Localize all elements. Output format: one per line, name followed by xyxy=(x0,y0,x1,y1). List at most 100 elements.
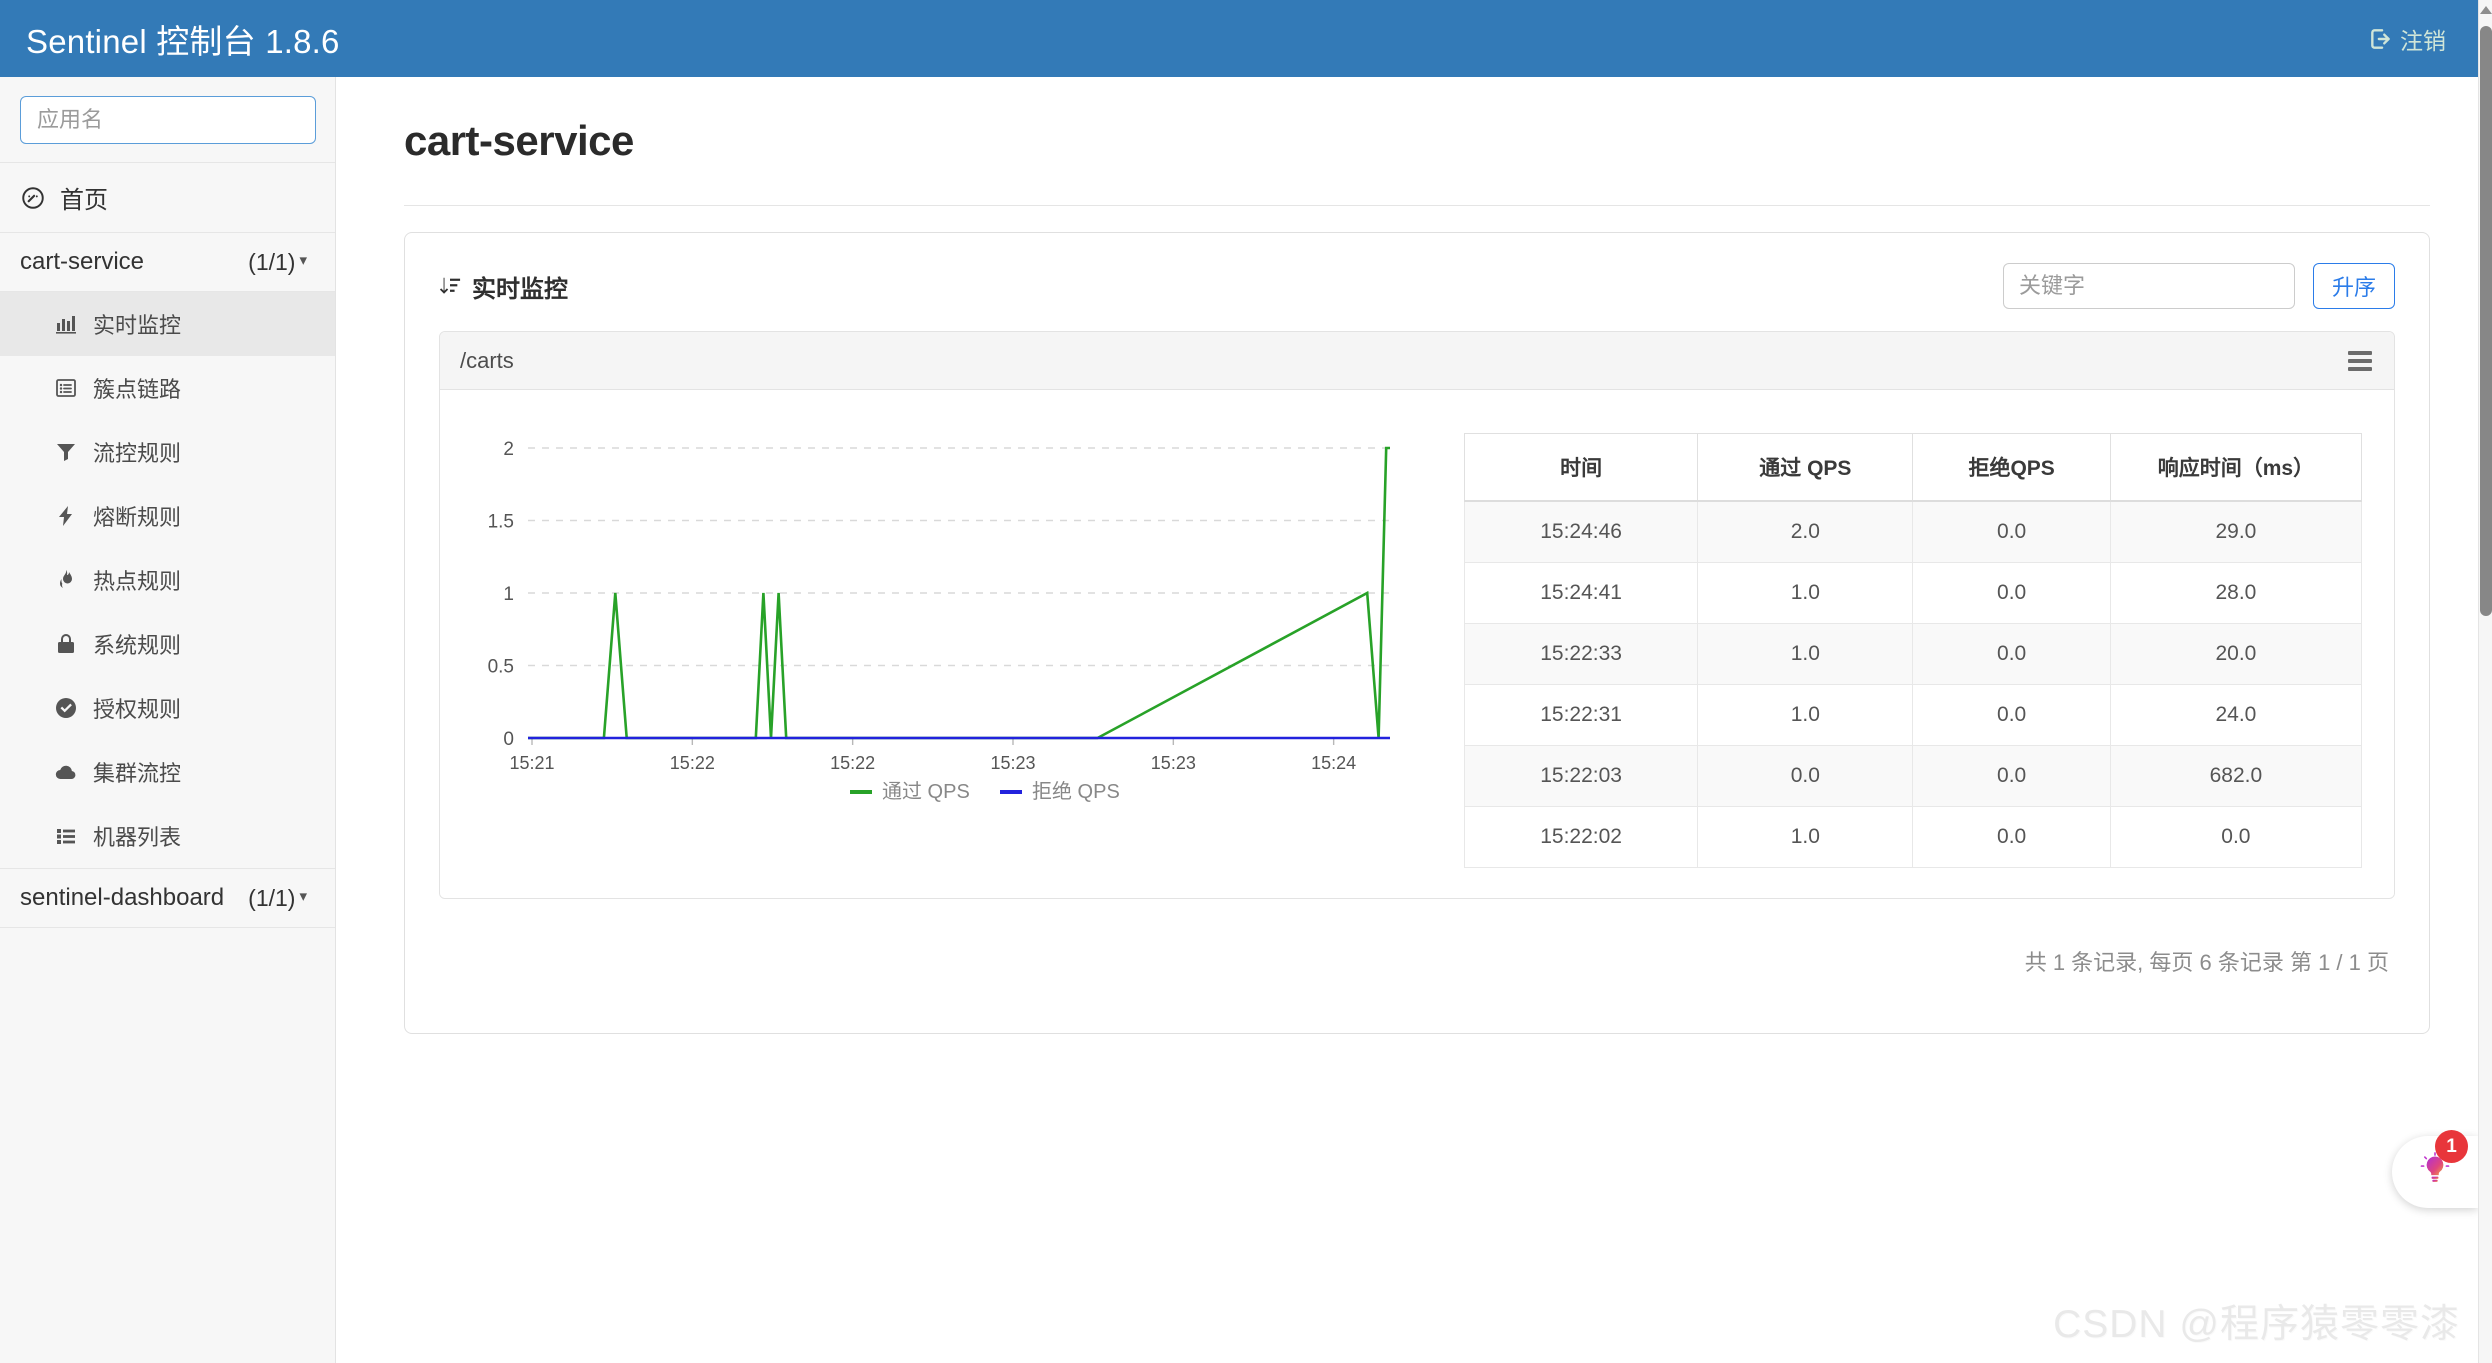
list-icon xyxy=(54,824,78,848)
svg-text:0.5: 0.5 xyxy=(488,657,514,678)
svg-text:拒绝 QPS: 拒绝 QPS xyxy=(1032,780,1120,803)
sidebar-group-cart-service[interactable]: cart-service (1/1) ▾ xyxy=(0,233,335,292)
table-header-row: 时间 通过 QPS 拒绝QPS 响应时间（ms） xyxy=(1463,433,2363,502)
sidebar-item-degrade-rules[interactable]: 熔断规则 xyxy=(0,484,335,548)
svg-text:15:22: 15:22 xyxy=(670,753,715,773)
qps-chart-svg: 0 0.5 1 1.5 2 15:21 15:22 15:22 15:23 15:23 15:24 通… xyxy=(488,439,1390,803)
column-header-time: 时间 xyxy=(1463,433,1699,502)
cell-block-qps: 0.0 xyxy=(1912,500,2111,563)
monitor-card-body: 0 0.5 1 1.5 2 15:21 15:22 15:22 15:23 15:23 15:24 通… xyxy=(440,390,2394,898)
cell-pass-qps: 1.0 xyxy=(1697,684,1914,746)
list-alt-icon xyxy=(54,376,78,400)
keyword-search-input[interactable] xyxy=(2002,263,2295,309)
pagination-summary: 共 1 条记录, 每页 6 条记录 第 1 / 1 页 xyxy=(2024,950,2389,975)
svg-text:15:23: 15:23 xyxy=(1151,753,1196,773)
sidebar-group-sentinel-dashboard[interactable]: sentinel-dashboard (1/1) ▾ xyxy=(0,869,335,928)
page-title: cart-service xyxy=(404,117,634,164)
sort-order-button[interactable]: 升序 xyxy=(2312,263,2395,309)
lock-icon xyxy=(54,632,78,656)
sidebar-item-cluster-flow[interactable]: 集群流控 xyxy=(0,740,335,804)
cell-pass-qps: 1.0 xyxy=(1697,623,1914,685)
app-search-input[interactable] xyxy=(21,97,315,143)
page-body: 搜索 首页 cart-service (1/1) ▾ xyxy=(0,77,2478,1363)
cell-response-time: 29.0 xyxy=(2109,500,2363,563)
svg-text:15:24: 15:24 xyxy=(1311,753,1356,773)
hamburger-menu-icon[interactable] xyxy=(2348,350,2372,371)
resource-name: /carts xyxy=(460,347,514,373)
svg-text:1: 1 xyxy=(503,584,514,605)
cell-time: 15:22:03 xyxy=(1463,745,1699,807)
cell-response-time: 0.0 xyxy=(2109,806,2363,868)
sidebar-item-label: 簇点链路 xyxy=(93,377,182,402)
sidebar-item-label: 机器列表 xyxy=(93,825,182,850)
sidebar-item-label: 集群流控 xyxy=(93,761,182,786)
sidebar: 搜索 首页 cart-service (1/1) ▾ xyxy=(0,77,336,1363)
svg-text:通过 QPS: 通过 QPS xyxy=(882,780,970,803)
cell-pass-qps: 2.0 xyxy=(1697,500,1914,563)
filter-icon xyxy=(54,440,78,464)
sidebar-item-home[interactable]: 首页 xyxy=(0,163,335,233)
floating-helper-widget[interactable]: 1 xyxy=(2392,1130,2478,1208)
app-brand-title: Sentinel 控制台 1.8.6 xyxy=(26,22,340,60)
sidebar-item-label: 流控规则 xyxy=(93,441,182,466)
monitor-card: /carts 0 0.5 1 1.5 2 15:21 15:22 15:22 15:23 15:2… xyxy=(439,331,2395,899)
cell-time: 15:24:46 xyxy=(1463,500,1699,563)
column-header-response-time: 响应时间（ms） xyxy=(2109,433,2363,502)
cell-block-qps: 0.0 xyxy=(1912,562,2111,624)
main-content: cart-service 实时监控 关键字 升序 /carts 0 0.5 1 … xyxy=(336,77,2478,1363)
svg-text:1.5: 1.5 xyxy=(488,512,514,533)
sidebar-item-flow-rules[interactable]: 流控规则 xyxy=(0,420,335,484)
cell-time: 15:24:41 xyxy=(1463,562,1699,624)
monitor-data-table: 时间 通过 QPS 拒绝QPS 响应时间（ms） 15:24:46 2.0 0.0 2… xyxy=(1463,433,2363,868)
dashboard-icon xyxy=(20,185,46,211)
sidebar-item-realtime-monitor[interactable]: 实时监控 xyxy=(0,292,335,356)
sort-amount-down-icon xyxy=(439,275,461,297)
svg-text:15:21: 15:21 xyxy=(509,753,554,773)
cell-pass-qps: 0.0 xyxy=(1697,745,1914,807)
table-row: 15:24:46 2.0 0.0 29.0 xyxy=(1463,500,2363,563)
scrollbar-thumb[interactable] xyxy=(2480,26,2492,616)
logout-label: 注销 xyxy=(2400,27,2446,54)
column-header-block-qps: 拒绝QPS xyxy=(1912,433,2111,502)
realtime-monitor-panel: 实时监控 升序 /carts xyxy=(404,232,2430,1034)
page-scrollbar[interactable] xyxy=(2478,0,2492,1363)
cell-time: 15:22:33 xyxy=(1463,623,1699,685)
qps-line-chart: 0 0.5 1 1.5 2 15:21 15:22 15:22 15:23 15:23 15:24 通… xyxy=(440,420,1438,868)
table-row: 15:22:33 1.0 0.0 20.0 xyxy=(1463,623,2363,685)
cell-block-qps: 0.0 xyxy=(1912,745,2111,807)
table-row: 15:22:03 0.0 0.0 682.0 xyxy=(1463,745,2363,807)
sidebar-item-system-rules[interactable]: 系统规则 xyxy=(0,612,335,676)
sidebar-item-authority-rules[interactable]: 授权规则 xyxy=(0,676,335,740)
scroll-up-arrow-icon[interactable] xyxy=(2480,6,2492,14)
check-circle-icon xyxy=(54,696,78,720)
sidebar-home-label: 首页 xyxy=(60,187,108,214)
cell-time: 15:22:31 xyxy=(1463,684,1699,746)
sidebar-item-param-flow-rules[interactable]: 热点规则 xyxy=(0,548,335,612)
table-row: 15:24:41 1.0 0.0 28.0 xyxy=(1463,562,2363,624)
sidebar-item-label: 实时监控 xyxy=(93,313,182,338)
sidebar-search-row: 搜索 xyxy=(0,77,335,163)
sidebar-item-label: 熔断规则 xyxy=(93,505,182,530)
svg-text:2: 2 xyxy=(503,439,514,460)
sidebar-item-label: 授权规则 xyxy=(93,697,182,722)
cell-pass-qps: 1.0 xyxy=(1697,806,1914,868)
logout-button[interactable]: 注销 xyxy=(2368,22,2446,56)
sidebar-group-name: cart-service xyxy=(20,248,145,275)
sidebar-group-count: (1/1) ▾ xyxy=(248,249,307,276)
table-body: 15:24:46 2.0 0.0 29.0 15:24:41 1.0 0.0 28.0 15:2… xyxy=(1463,500,2363,868)
sidebar-item-cluster-link[interactable]: 簇点链路 xyxy=(0,356,335,420)
panel-title-label: 实时监控 xyxy=(472,275,568,303)
chevron-down-icon: ▾ xyxy=(299,251,307,269)
title-divider xyxy=(404,205,2430,206)
panel-header-actions: 升序 xyxy=(2002,263,2395,309)
table-row: 15:22:02 1.0 0.0 0.0 xyxy=(1463,806,2363,868)
fire-icon xyxy=(54,568,78,592)
sidebar-item-machine-list[interactable]: 机器列表 xyxy=(0,804,335,868)
cell-response-time: 24.0 xyxy=(2109,684,2363,746)
watermark-text: CSDN @程序猿零零漆 xyxy=(2053,1303,2460,1346)
sidebar-group-count-label: (1/1) xyxy=(248,884,296,911)
bar-chart-icon xyxy=(54,312,78,336)
bolt-icon xyxy=(54,504,78,528)
svg-text:15:22: 15:22 xyxy=(830,753,875,773)
sidebar-group-name: sentinel-dashboard xyxy=(20,884,225,911)
